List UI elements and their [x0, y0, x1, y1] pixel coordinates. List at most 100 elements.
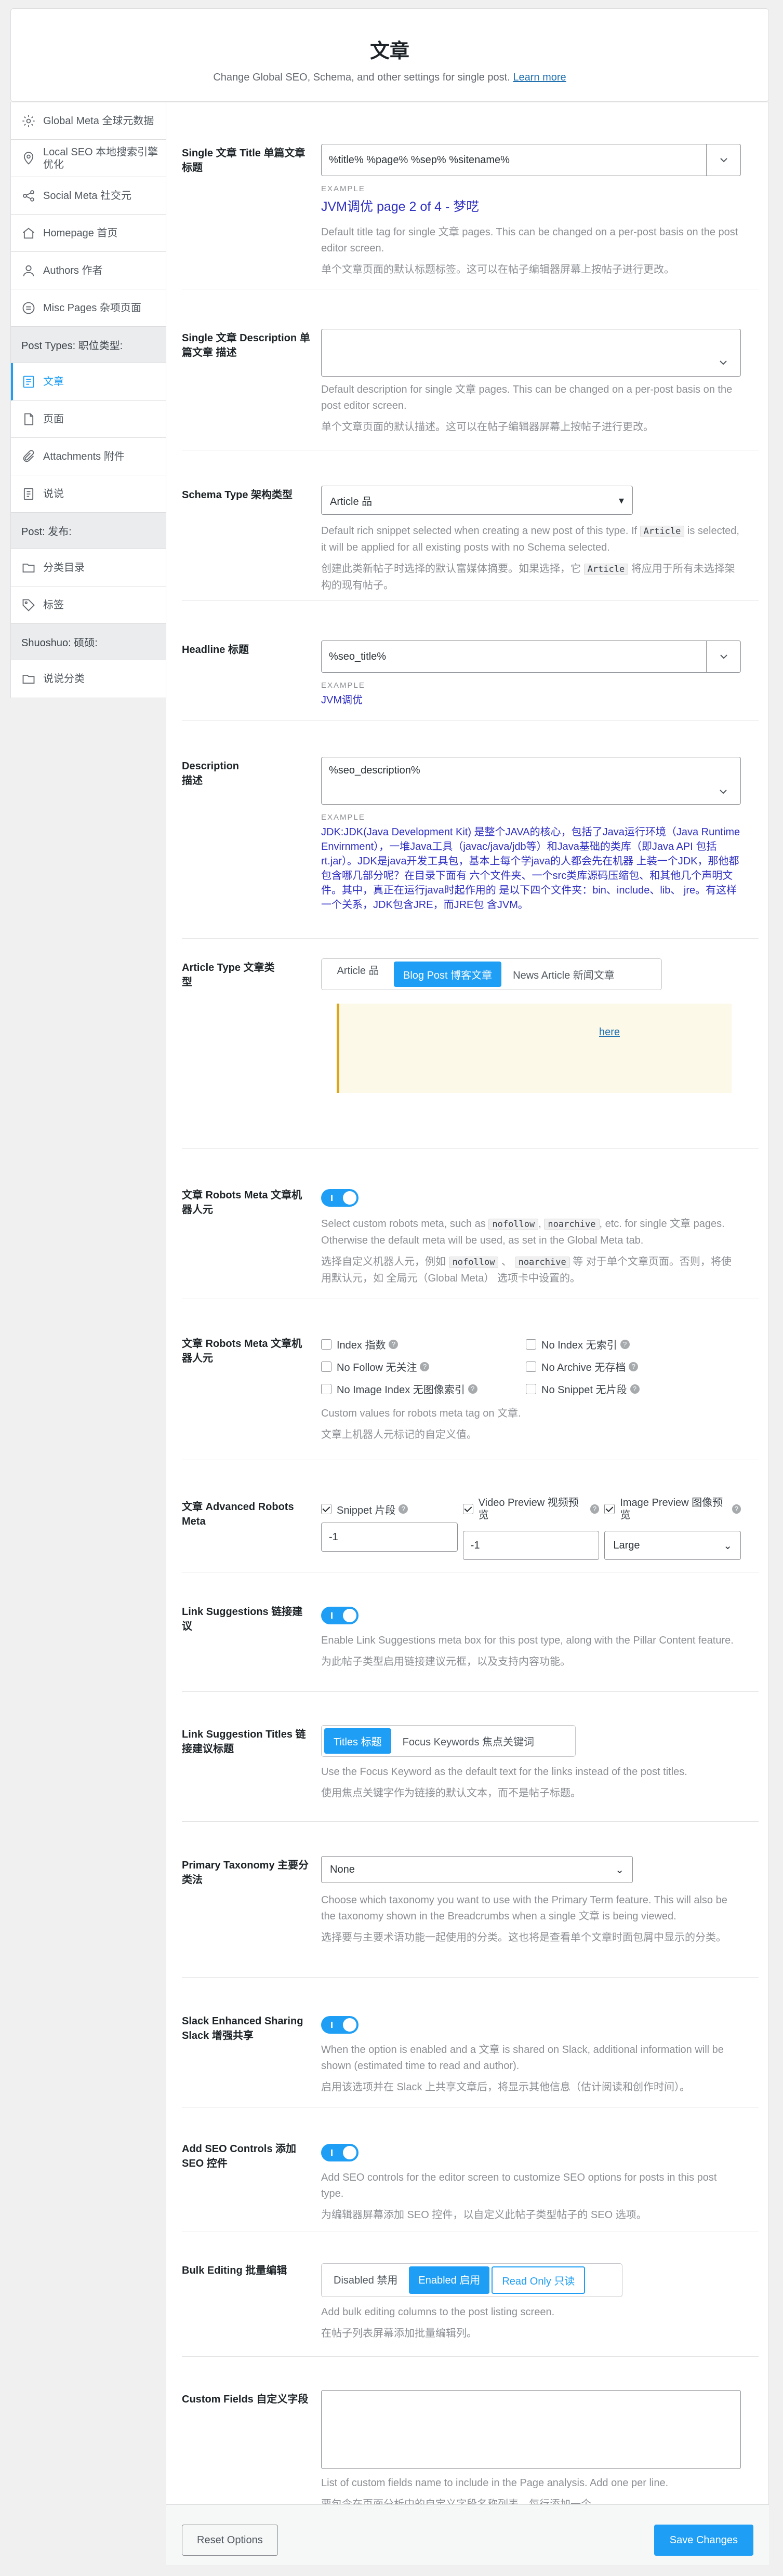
help-icon[interactable]: ? — [732, 1504, 741, 1514]
variables-button[interactable] — [706, 757, 740, 805]
option-disabled[interactable]: Disabled 禁用 — [324, 2266, 407, 2294]
help-icon[interactable]: ? — [590, 1504, 600, 1514]
field-label: Link Suggestion Titles 链接建议标题 — [182, 1729, 306, 1755]
checkbox-noindex[interactable]: No Index 无索引? — [526, 1337, 731, 1352]
field-description-cn: 选择要与主要术语功能一起使用的分类。这也将是查看单个文章时面包屑中显示的分类。 — [321, 1932, 726, 1943]
post-icon — [21, 375, 36, 389]
checkbox-nosnippet[interactable]: No Snippet 无片段? — [526, 1381, 731, 1396]
field-description: Choose which taxonomy you want to use wi… — [321, 1894, 727, 1922]
help-icon[interactable]: ? — [620, 1339, 630, 1349]
checkbox-snippet[interactable]: Snippet 片段? — [321, 1499, 458, 1519]
sidebar-item-post[interactable]: 文章 — [11, 363, 166, 401]
slack-sharing-toggle[interactable] — [321, 2016, 359, 2034]
chevron-down-icon — [720, 655, 727, 659]
checkbox-nofollow[interactable]: No Follow 无关注? — [321, 1359, 526, 1374]
sidebar-item-attachments[interactable]: Attachments 附件 — [11, 438, 166, 475]
field-title: Single 文章 Title 单篇文章标题 %title% %page% %s… — [182, 102, 759, 289]
field-custom-fields: Custom Fields 自定义字段 List of custom field… — [182, 2357, 759, 2510]
sidebar-section-post-types: Post Types: 职位类型: — [11, 327, 166, 363]
field-label: Headline 标题 — [182, 644, 249, 656]
field-description: Add bulk editing columns to the post lis… — [321, 2306, 555, 2318]
example-label: EXAMPLE — [321, 184, 365, 193]
option-blog-post[interactable]: Blog Post 博客文章 — [394, 962, 502, 987]
checkbox-index[interactable]: Index 指数? — [321, 1337, 526, 1352]
field-seo-controls: Add SEO Controls 添加 SEO 控件 Add SEO contr… — [182, 2107, 759, 2232]
field-article-type: Article Type 文章类型 Article 品 Blog Post 博客… — [182, 939, 759, 1149]
field-bulk-editing: Bulk Editing 批量编辑 Disabled 禁用 Enabled 启用… — [182, 2232, 759, 2357]
field-description-cn: 启用该选项并在 Slack 上共享文章后，将显示其他信息（估计阅读和创作时间）。 — [321, 2081, 691, 2093]
checkbox-noarchive[interactable]: No Archive 无存档? — [526, 1359, 731, 1374]
example-value: JVM调优 — [321, 695, 363, 706]
sidebar-item-authors[interactable]: Authors 作者 — [11, 252, 166, 289]
robots-meta-toggle[interactable] — [321, 1189, 359, 1207]
field-description: When the option is enabled and a 文章 is s… — [321, 2044, 724, 2072]
sidebar-item-misc-pages[interactable]: Misc Pages 杂项页面 — [11, 289, 166, 327]
help-icon[interactable]: ? — [399, 1504, 408, 1514]
description-schema-textarea[interactable]: %seo_description% — [321, 757, 741, 805]
help-icon[interactable]: ? — [630, 1384, 640, 1394]
checkbox-noimageindex[interactable]: No Image Index 无图像索引? — [321, 1381, 526, 1396]
description-textarea[interactable] — [321, 329, 741, 377]
caret-down-icon: ▾ — [618, 495, 624, 506]
field-label: 文章 Robots Meta 文章机器人元 — [182, 1338, 302, 1364]
option-enabled[interactable]: Enabled 启用 — [409, 2266, 490, 2294]
sidebar-item-global-meta[interactable]: Global Meta 全球元数据 — [11, 102, 166, 140]
folder-icon — [21, 672, 36, 686]
field-description: Default description for single 文章 pages.… — [321, 384, 733, 411]
social-network-icon — [21, 189, 36, 203]
variables-button[interactable] — [706, 144, 740, 176]
save-changes-button[interactable]: Save Changes — [654, 2525, 753, 2556]
help-icon[interactable]: ? — [468, 1384, 477, 1394]
learn-more-link[interactable]: Learn more — [513, 72, 566, 83]
field-primary-taxonomy: Primary Taxonomy 主要分类法 None ⌄ Choose whic… — [182, 1822, 759, 1978]
snippet-input[interactable]: -1 — [321, 1523, 458, 1552]
field-description-schema: Description 描述 %seo_description% EXAMPLE… — [182, 720, 759, 939]
example-value: JVM调优 page 2 of 4 - 梦呓 — [321, 199, 480, 214]
field-label: Single 文章 Description 单篇文章 描述 — [182, 332, 310, 358]
variables-button[interactable] — [706, 329, 740, 376]
seo-controls-toggle[interactable] — [321, 2144, 359, 2161]
tag-icon — [21, 598, 36, 612]
reset-options-button[interactable]: Reset Options — [182, 2525, 278, 2556]
field-robots-meta: 文章 Robots Meta 文章机器人元 Select custom robo… — [182, 1149, 759, 1299]
help-icon[interactable]: ? — [420, 1362, 430, 1371]
field-label: Bulk Editing 批量编辑 — [182, 2265, 287, 2276]
chevron-down-icon — [720, 158, 727, 163]
checkbox-image-preview[interactable]: Image Preview 图像预览? — [604, 1497, 741, 1521]
option-titles[interactable]: Titles 标题 — [324, 1728, 391, 1754]
headline-input[interactable]: %seo_title% — [321, 640, 741, 673]
schema-type-select[interactable]: Article 品 ▾ — [321, 486, 633, 515]
video-preview-input[interactable]: -1 — [462, 1531, 600, 1560]
example-label: EXAMPLE — [321, 681, 365, 690]
link-suggestions-toggle[interactable] — [321, 1607, 359, 1624]
option-focus-keywords[interactable]: Focus Keywords 焦点关键词 — [393, 1728, 543, 1754]
sidebar-item-shuoshuo-categories[interactable]: 说说分类 — [11, 660, 166, 698]
checkbox-video-preview[interactable]: Video Preview 视频预览? — [462, 1497, 600, 1521]
custom-fields-textarea[interactable] — [321, 2390, 741, 2469]
title-input[interactable]: %title% %page% %sep% %sitename% — [321, 144, 741, 176]
notice-link[interactable]: here — [599, 1026, 620, 1038]
field-description-cn: 为编辑器屏幕添加 SEO 控件，以自定义此帖子类型帖子的 SEO 选项。 — [321, 2209, 647, 2221]
field-description: Add SEO controls for the editor screen t… — [321, 2172, 717, 2199]
sidebar-item-local-seo[interactable]: Local SEO 本地搜索引擎优化 — [11, 140, 166, 177]
option-read-only[interactable]: Read Only 只读 — [492, 2266, 586, 2294]
variables-button[interactable] — [706, 641, 740, 672]
help-icon[interactable]: ? — [629, 1362, 639, 1371]
option-article[interactable]: Article 品 — [324, 962, 392, 987]
sidebar-item-homepage[interactable]: Homepage 首页 — [11, 215, 166, 252]
image-preview-select[interactable]: Large ⌄ — [604, 1531, 741, 1560]
sidebar-item-page[interactable]: 页面 — [11, 401, 166, 438]
field-description: Default rich snippet selected when creat… — [321, 525, 739, 553]
primary-taxonomy-select[interactable]: None ⌄ — [321, 1856, 633, 1883]
help-icon[interactable]: ? — [389, 1339, 399, 1349]
field-slack-sharing: Slack Enhanced Sharing Slack 增强共享 When t… — [182, 1978, 759, 2107]
location-pin-icon — [21, 151, 36, 166]
sidebar-section-post: Post: 发布: — [11, 513, 166, 549]
field-description-cn: 在帖子列表屏幕添加批量编辑列。 — [321, 2328, 477, 2339]
field-label: 文章 Robots Meta 文章机器人元 — [182, 1190, 302, 1216]
sidebar-item-tags[interactable]: 标签 — [11, 586, 166, 624]
sidebar-item-shuoshuo[interactable]: 说说 — [11, 475, 166, 513]
sidebar-item-social-meta[interactable]: Social Meta 社交元 — [11, 177, 166, 215]
sidebar-item-categories[interactable]: 分类目录 — [11, 549, 166, 586]
option-news-article[interactable]: News Article 新闻文章 — [503, 962, 624, 987]
